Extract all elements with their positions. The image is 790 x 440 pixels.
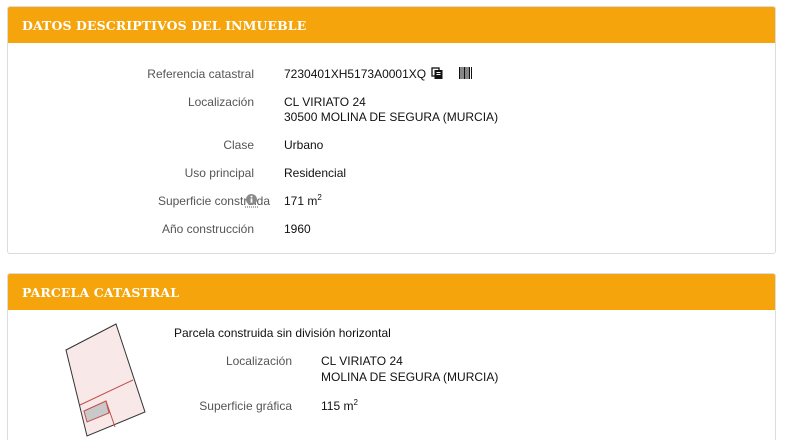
parcela-sup-value-text: 115 m <box>321 399 354 413</box>
parcela-title: PARCELA CATASTRAL <box>22 284 180 300</box>
sup-value: 171 m2 <box>284 194 322 209</box>
parcela-subtitle: Parcela construida sin división horizont… <box>174 326 391 340</box>
inmueble-header: DATOS DESCRIPTIVOS DEL INMUEBLE <box>8 7 775 43</box>
parcela-loc-label: Localización <box>225 354 292 368</box>
parcela-header: PARCELA CATASTRAL <box>8 274 775 310</box>
sup-exp: 2 <box>317 193 322 202</box>
clase-label: Clase <box>223 138 254 152</box>
parcela-sup-label: Superficie gráfica <box>199 399 292 413</box>
inmueble-panel: DATOS DESCRIPTIVOS DEL INMUEBLE Referenc… <box>7 6 776 254</box>
uso-value: Residencial <box>284 166 347 180</box>
parcela-sup-value: 115 m2 <box>321 399 358 414</box>
uso-label: Uso principal <box>184 166 254 180</box>
parcela-loc-line2: MOLINA DE SEGURA (MURCIA) <box>321 370 499 384</box>
clase-value: Urbano <box>284 138 324 152</box>
parcel-map[interactable] <box>63 320 163 440</box>
info-icon[interactable] <box>245 193 258 213</box>
sup-value-text: 171 m <box>284 194 318 208</box>
ref-label: Referencia catastral <box>147 67 254 81</box>
anio-value: 1960 <box>284 222 311 236</box>
parcela-panel: PARCELA CATASTRAL Parcela construida sin… <box>7 273 776 440</box>
parcel-outline <box>65 323 146 437</box>
ref-value[interactable]: 7230401XH5173A0001XQ <box>284 67 426 81</box>
loc-line2: 30500 MOLINA DE SEGURA (MURCIA) <box>284 110 499 124</box>
loc-line1: CL VIRIATO 24 <box>284 95 366 109</box>
page: DATOS DESCRIPTIVOS DEL INMUEBLE Referenc… <box>0 0 790 440</box>
barcode-icon[interactable] <box>458 67 472 83</box>
anio-label: Año construcción <box>161 222 254 236</box>
parcela-loc-line1: CL VIRIATO 24 <box>321 354 403 368</box>
ref-value-group: 7230401XH5173A0001XQ <box>284 67 472 83</box>
inmueble-title: DATOS DESCRIPTIVOS DEL INMUEBLE <box>22 17 307 33</box>
parcela-sup-exp: 2 <box>353 398 358 407</box>
copy-icon[interactable] <box>431 67 443 83</box>
loc-label: Localización <box>187 95 254 109</box>
